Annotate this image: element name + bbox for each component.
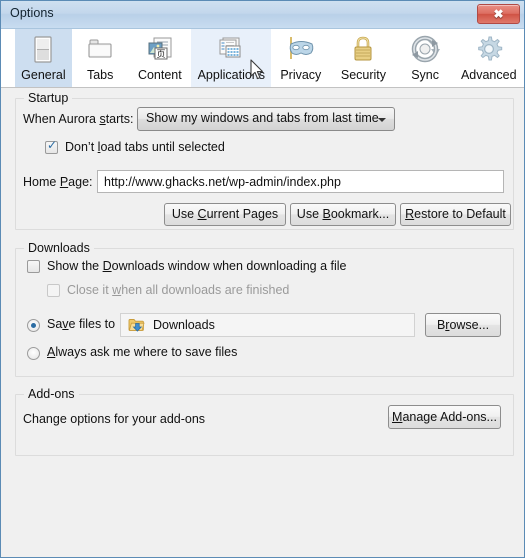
tab-general[interactable]: General xyxy=(15,29,72,87)
applications-icon xyxy=(214,33,248,67)
tab-sync[interactable]: Sync xyxy=(397,29,454,87)
folder-tab-icon xyxy=(83,33,117,67)
padlock-icon xyxy=(346,33,380,67)
options-dialog-window: Options ✖ General Tabs 页 Content Applica… xyxy=(0,0,525,558)
chevron-down-icon xyxy=(378,118,386,122)
startup-select-value: Show my windows and tabs from last time xyxy=(146,111,379,125)
window-title: Options xyxy=(10,6,54,20)
download-folder-icon xyxy=(128,317,145,333)
tab-general-label: General xyxy=(21,68,66,82)
tab-strip: General Tabs 页 Content Applications Priv… xyxy=(1,29,524,88)
tab-privacy[interactable]: Privacy xyxy=(271,29,330,87)
restore-to-default-button[interactable]: Restore to Default xyxy=(400,203,511,226)
dont-load-tabs-label: Don’t load tabs until selected xyxy=(65,140,225,154)
always-ask-label: Always ask me where to save files xyxy=(47,345,238,359)
downloads-legend: Downloads xyxy=(24,241,94,255)
startup-select[interactable]: Show my windows and tabs from last time xyxy=(137,107,395,131)
tab-privacy-label: Privacy xyxy=(280,68,322,82)
gear-icon xyxy=(472,33,506,67)
when-starts-label: When Aurora starts: xyxy=(23,112,134,126)
content-page-icon: 页 xyxy=(143,33,177,67)
close-button[interactable]: ✖ xyxy=(477,4,520,24)
radio-dot-icon xyxy=(31,323,36,328)
tab-content-label: Content xyxy=(137,68,182,82)
tab-security[interactable]: Security xyxy=(330,29,397,87)
close-when-finished-checkbox xyxy=(47,284,60,297)
tab-advanced-label: Advanced xyxy=(460,68,517,82)
window-page-icon xyxy=(26,33,60,67)
addons-description: Change options for your add-ons xyxy=(23,412,206,426)
always-ask-radio[interactable] xyxy=(27,347,40,360)
home-page-input[interactable] xyxy=(97,170,504,193)
dont-load-tabs-checkbox[interactable]: ✓ xyxy=(45,138,58,154)
sync-arrows-icon xyxy=(408,33,442,67)
tab-sync-label: Sync xyxy=(411,68,440,82)
show-downloads-window-checkbox[interactable] xyxy=(27,260,40,273)
tab-advanced[interactable]: Advanced xyxy=(454,29,524,87)
title-bar[interactable]: Options ✖ xyxy=(1,1,524,29)
tab-content[interactable]: 页 Content xyxy=(129,29,192,87)
download-folder-field[interactable]: Downloads xyxy=(120,313,415,337)
settings-pane: Startup When Aurora starts: Show my wind… xyxy=(1,88,524,530)
tab-tabs[interactable]: Tabs xyxy=(72,29,129,87)
save-files-to-label: Save files to xyxy=(47,317,116,331)
tab-applications[interactable]: Applications xyxy=(191,29,272,87)
close-when-finished-label: Close it when all downloads are finished xyxy=(67,283,290,297)
tab-security-label: Security xyxy=(340,68,387,82)
browse-button[interactable]: Browse... xyxy=(425,313,501,337)
mask-icon xyxy=(284,33,318,67)
manage-addons-button[interactable]: Manage Add-ons... xyxy=(388,405,501,429)
checkmark-icon: ✓ xyxy=(47,138,58,152)
svg-text:页: 页 xyxy=(156,49,165,60)
close-icon: ✖ xyxy=(493,7,504,21)
use-current-pages-button[interactable]: Use Current Pages xyxy=(164,203,286,226)
home-page-label: Home Page: xyxy=(23,175,93,189)
save-files-to-radio[interactable] xyxy=(27,319,40,332)
use-bookmark-button[interactable]: Use Bookmark... xyxy=(290,203,396,226)
download-folder-value: Downloads xyxy=(153,318,215,332)
tab-tabs-label: Tabs xyxy=(86,68,114,82)
addons-legend: Add-ons xyxy=(24,387,79,401)
tab-applications-label: Applications xyxy=(197,68,265,82)
startup-legend: Startup xyxy=(24,91,73,105)
show-downloads-window-label: Show the Downloads window when downloadi… xyxy=(47,259,347,273)
